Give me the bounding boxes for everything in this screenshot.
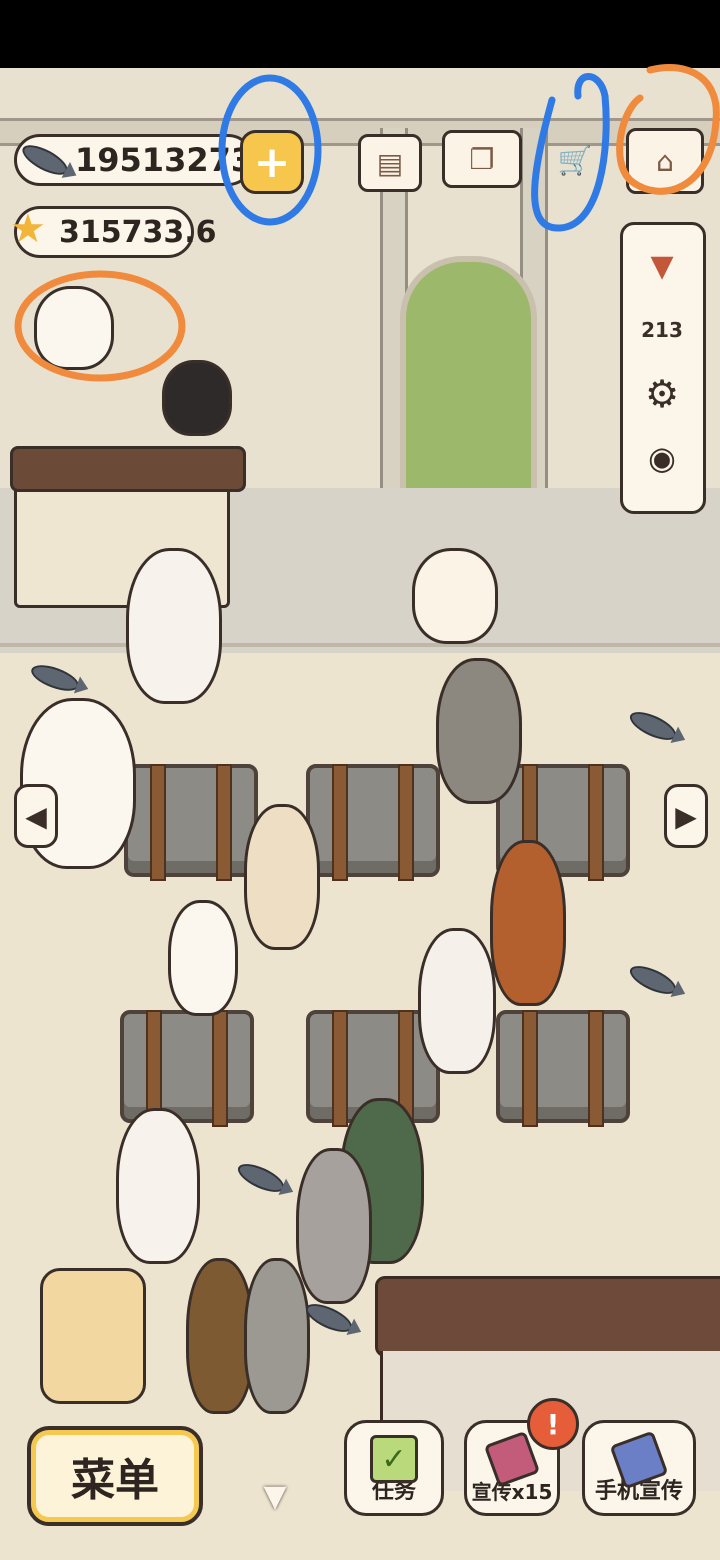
honey-jar-decoration <box>40 1268 146 1404</box>
ranking-podium-icon[interactable]: 213 <box>633 303 691 357</box>
dining-table[interactable] <box>306 764 440 881</box>
collapse-icon[interactable]: ▼ <box>633 239 691 293</box>
star-icon: ★ <box>10 206 46 252</box>
camera-icon[interactable]: ◉ <box>633 431 691 485</box>
raccoon-customer[interactable] <box>436 658 522 804</box>
dessert-stand-top <box>10 446 246 492</box>
menu-button[interactable]: 菜单 <box>27 1426 203 1526</box>
fish-drop-icon[interactable] <box>28 660 82 696</box>
phone-promote-button[interactable]: 手机宣传 <box>582 1420 696 1516</box>
scroll-right-arrow[interactable]: ▶ <box>664 784 708 848</box>
floor-edge-line <box>0 643 720 647</box>
coffee-counter[interactable] <box>375 1276 720 1357</box>
cart-add-icon[interactable]: 🛒 <box>542 134 608 186</box>
deer-customer[interactable] <box>490 840 566 1006</box>
dining-table[interactable] <box>120 1010 254 1127</box>
star-currency-value: 315733.6 <box>59 214 217 250</box>
lucky-cat-customer[interactable] <box>412 548 498 644</box>
down-arrow-icon: ▼ <box>263 1478 287 1514</box>
black-cat-customer[interactable] <box>162 360 232 436</box>
bulldog-customer[interactable] <box>244 1258 310 1414</box>
fish-currency-value: 19513273 <box>75 141 254 179</box>
fish-drop-icon[interactable] <box>234 1158 288 1198</box>
dining-table[interactable] <box>124 764 258 881</box>
alert-symbol: ! <box>546 1407 560 1441</box>
expand-down-arrow[interactable]: ▼ <box>248 1478 302 1514</box>
manager-cat-avatar[interactable] <box>34 286 114 370</box>
pug-customer[interactable] <box>244 804 320 950</box>
fish-drop-icon[interactable] <box>626 960 680 1000</box>
side-panel: ▼ 213 ⚙ ◉ <box>620 222 706 514</box>
dog-customer[interactable] <box>126 548 222 704</box>
dining-table[interactable] <box>496 1010 630 1127</box>
add-currency-button[interactable]: + <box>240 130 304 194</box>
shop-icon[interactable]: ⌂ <box>626 128 704 194</box>
spotted-dog-customer[interactable] <box>418 928 496 1074</box>
recipe-book-icon[interactable]: ❐ <box>442 130 522 188</box>
menu-label: 菜单 <box>71 1455 159 1506</box>
corgi-customer[interactable] <box>296 1148 372 1304</box>
border-collie-customer[interactable] <box>116 1108 200 1264</box>
promote-alert-badge: ! <box>527 1398 579 1450</box>
cafe-scene <box>0 68 720 1560</box>
white-cat-customer[interactable] <box>168 900 238 1016</box>
podium-text: 213 <box>641 318 683 342</box>
fish-drop-icon[interactable] <box>626 706 680 746</box>
plus-icon: + <box>253 136 291 188</box>
fish-drop-icon[interactable] <box>302 1298 356 1338</box>
tasks-button[interactable]: ✓ 任务 <box>344 1420 444 1516</box>
garden-archway <box>400 256 537 502</box>
right-arrow-icon: ▶ <box>675 799 697 833</box>
left-arrow-icon: ◀ <box>25 799 47 833</box>
checklist-icon: ✓ <box>370 1435 418 1483</box>
menu-board-icon[interactable]: ▤ <box>358 134 422 192</box>
settings-gear-icon[interactable]: ⚙ <box>633 367 691 421</box>
scroll-left-arrow[interactable]: ◀ <box>14 784 58 848</box>
